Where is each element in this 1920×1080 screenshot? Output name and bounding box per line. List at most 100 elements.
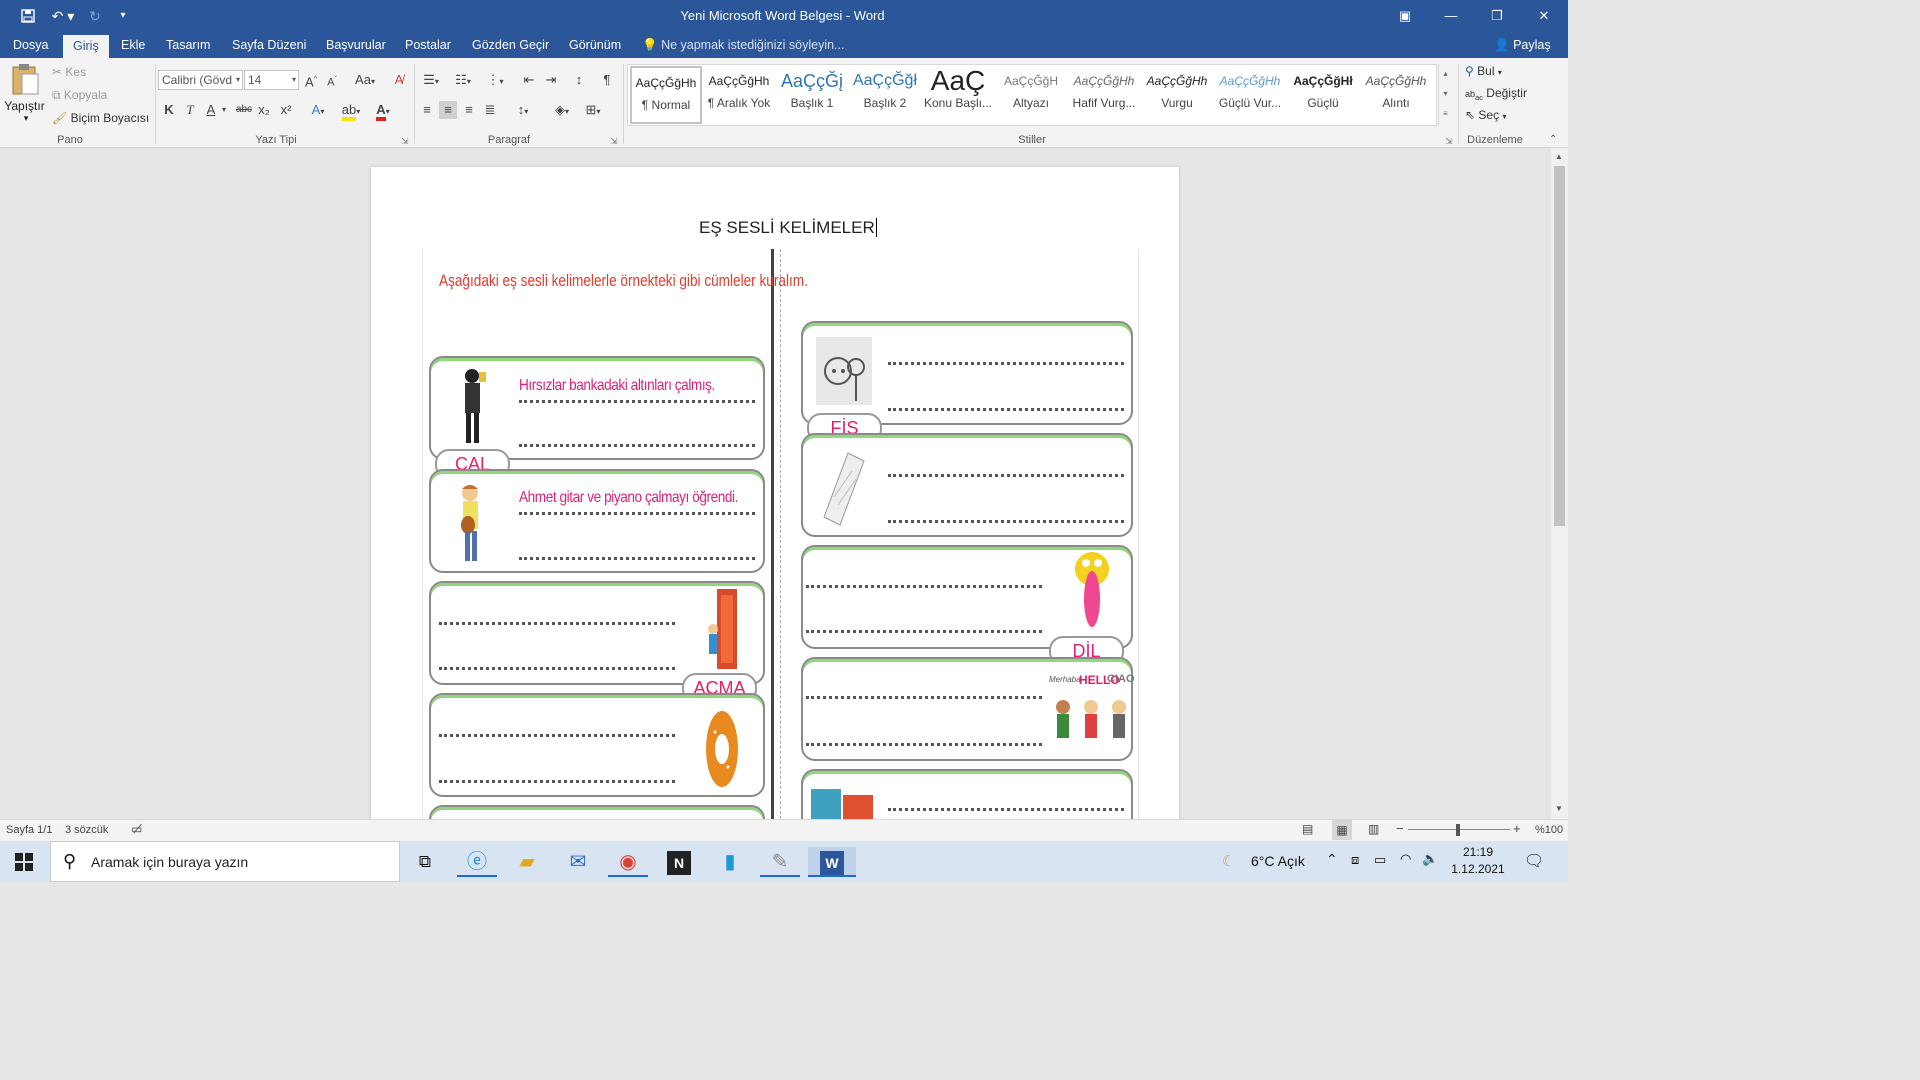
font-color-icon[interactable]: A▾ <box>369 101 397 121</box>
style-heading-1[interactable]: AaÇçĞį Başlık 1 <box>776 66 848 124</box>
subscript-button[interactable]: x₂ <box>255 101 273 119</box>
scroll-thumb[interactable] <box>1554 166 1565 526</box>
word-count[interactable]: 3 sözcük <box>65 824 108 836</box>
style-no-spacing[interactable]: AaÇçĞğHh ¶ Aralık Yok <box>703 66 775 124</box>
print-layout-icon[interactable]: ▦ <box>1332 820 1352 840</box>
chevron-up-icon[interactable]: ⌃ <box>1326 851 1338 868</box>
multilevel-list-icon[interactable]: ⋮▾ <box>482 71 508 89</box>
save-icon[interactable] <box>17 6 39 26</box>
align-left-icon[interactable]: ≡ <box>418 101 436 119</box>
notifications-icon[interactable]: 🗨 <box>1524 851 1544 871</box>
phone-app-icon[interactable]: ▮ <box>710 847 750 877</box>
shading-icon[interactable]: ◈▾ <box>549 101 575 119</box>
windows-start-icon[interactable] <box>4 847 44 877</box>
tab-references[interactable]: Başvurular <box>326 37 386 58</box>
web-layout-icon[interactable]: ▥ <box>1368 822 1379 836</box>
align-right-icon[interactable]: ≡ <box>460 101 478 119</box>
justify-icon[interactable]: ≣ <box>481 101 499 119</box>
highlight-icon[interactable]: ab▾ <box>337 101 365 121</box>
dialog-launcher-icon[interactable]: ⇲ <box>1445 136 1453 147</box>
underline-dropdown-icon[interactable]: ▾ <box>219 101 229 119</box>
task-view-icon[interactable]: ⧉ <box>405 847 445 877</box>
redo-icon[interactable]: ↻ <box>84 6 106 26</box>
collapse-ribbon-icon[interactable]: ⌃ <box>1549 134 1557 145</box>
zoom-thumb[interactable] <box>1456 824 1460 836</box>
find-button[interactable]: ⚲ Bul ▾ <box>1465 64 1502 78</box>
edge-icon[interactable]: ⓔ <box>457 847 497 877</box>
dialog-launcher-icon[interactable]: ⇲ <box>401 136 409 147</box>
tell-me-box[interactable]: 💡 Ne yapmak istediğinizi söyleyin... <box>642 37 844 58</box>
increase-indent-icon[interactable]: ⇥ <box>542 71 560 89</box>
style-subtle-emphasis[interactable]: AaÇçĞğHh Hafif Vurg... <box>1068 66 1140 124</box>
shrink-font-icon[interactable]: Aˇ <box>323 71 341 89</box>
styles-scroll-icon[interactable]: ▴ ▾ ≡ <box>1438 64 1452 126</box>
superscript-button[interactable]: x² <box>277 101 295 119</box>
bold-button[interactable]: K <box>160 101 178 119</box>
paste-button[interactable]: Yapıştır ▾ <box>4 62 45 124</box>
undo-icon[interactable]: ↶ ▾ <box>48 6 78 26</box>
style-normal[interactable]: AaÇçĞğHh ¶ Normal <box>630 66 702 124</box>
mail-icon[interactable]: ✉ <box>558 847 598 877</box>
sort-icon[interactable]: ↕ <box>570 71 588 89</box>
meet-now-icon[interactable]: ⧈ <box>1351 852 1359 868</box>
ribbon-display-icon[interactable]: ▣ <box>1395 6 1415 26</box>
tab-layout[interactable]: Sayfa Düzeni <box>232 37 306 58</box>
style-title[interactable]: AaÇ Konu Başlı... <box>922 66 994 124</box>
tab-review[interactable]: Gözden Geçir <box>472 37 549 58</box>
bullets-icon[interactable]: ☰▾ <box>418 71 444 89</box>
underline-button[interactable]: A <box>202 101 220 119</box>
align-center-icon[interactable]: ≡ <box>439 101 457 119</box>
close-icon[interactable]: ✕ <box>1534 6 1554 26</box>
strikethrough-button[interactable]: abc <box>233 101 255 119</box>
document-page[interactable]: EŞ SESLİ KELİMELER Aşağıdaki eş sesli ke… <box>371 167 1179 819</box>
dialog-launcher-icon[interactable]: ⇲ <box>610 136 618 147</box>
customize-qat-icon[interactable]: ▾ <box>112 6 134 26</box>
select-button[interactable]: ⇖ Seç ▾ <box>1465 108 1506 122</box>
style-subtitle[interactable]: AaÇçĞğH Altyazı <box>995 66 1067 124</box>
font-name-combo[interactable]: Calibri (Gövd ▾ <box>158 70 243 90</box>
style-strong[interactable]: AaÇçĞğHł Güçlü <box>1287 66 1359 124</box>
text-effects-icon[interactable]: A▾ <box>305 101 331 119</box>
paint-icon[interactable]: ✎ <box>760 847 800 877</box>
scroll-up-icon[interactable]: ▲ <box>1555 152 1563 161</box>
copy-button[interactable]: ⧉ Kopyala <box>52 88 107 103</box>
notion-icon[interactable]: N <box>659 847 699 877</box>
italic-button[interactable]: T <box>181 101 199 119</box>
zoom-level[interactable]: %100 <box>1535 824 1563 836</box>
vertical-scrollbar[interactable]: ▲ ▼ <box>1551 148 1568 819</box>
style-emphasis[interactable]: AaÇçĞğHh Vurgu <box>1141 66 1213 124</box>
wifi-icon[interactable]: ◠ <box>1400 851 1411 867</box>
restore-icon[interactable]: ❐ <box>1487 6 1507 26</box>
tab-view[interactable]: Görünüm <box>569 37 621 58</box>
share-button[interactable]: 👤 Paylaş <box>1494 37 1551 58</box>
style-intense-emphasis[interactable]: AaÇçĞğHh Güçlü Vur... <box>1214 66 1286 124</box>
weather-text[interactable]: 6°C Açık <box>1251 853 1305 869</box>
minimize-icon[interactable]: — <box>1441 6 1461 26</box>
format-painter-button[interactable]: 🖌 Biçim Boyacısı <box>52 111 149 125</box>
style-heading-2[interactable]: AaÇçĞğł Başlık 2 <box>849 66 921 124</box>
numbering-icon[interactable]: ☷▾ <box>450 71 476 89</box>
tab-file[interactable]: Dosya <box>13 37 48 58</box>
tab-mailings[interactable]: Postalar <box>405 37 451 58</box>
word-taskbar-icon[interactable]: W <box>808 847 856 877</box>
taskbar-search-box[interactable]: ⚲ Aramak için buraya yazın <box>50 841 400 882</box>
zoom-out-icon[interactable]: − <box>1396 821 1404 836</box>
weather-moon-icon[interactable]: ☾ <box>1222 852 1235 870</box>
grow-font-icon[interactable]: A^ <box>302 71 320 89</box>
style-quote[interactable]: AaÇçĞğHh Alıntı <box>1360 66 1432 124</box>
clear-formatting-icon[interactable]: A̸ <box>390 71 408 89</box>
clock[interactable]: 21:19 1.12.2021 <box>1448 844 1508 878</box>
tab-design[interactable]: Tasarım <box>166 37 210 58</box>
chrome-icon[interactable]: ◉ <box>608 847 648 877</box>
battery-icon[interactable]: ▭ <box>1374 852 1386 868</box>
show-marks-icon[interactable]: ¶ <box>598 71 616 89</box>
change-case-button[interactable]: Aa▾ <box>352 71 378 89</box>
file-explorer-icon[interactable]: ▰ <box>507 847 547 877</box>
zoom-in-icon[interactable]: + <box>1513 821 1521 836</box>
proofing-icon[interactable]: ▭̸ <box>131 822 142 836</box>
page-count[interactable]: Sayfa 1/1 <box>6 824 52 836</box>
tab-home[interactable]: Giriş <box>63 35 109 58</box>
replace-button[interactable]: abac Değiştir <box>1465 86 1527 102</box>
line-spacing-icon[interactable]: ↕▾ <box>510 101 536 119</box>
read-mode-icon[interactable]: ▤ <box>1302 822 1313 836</box>
